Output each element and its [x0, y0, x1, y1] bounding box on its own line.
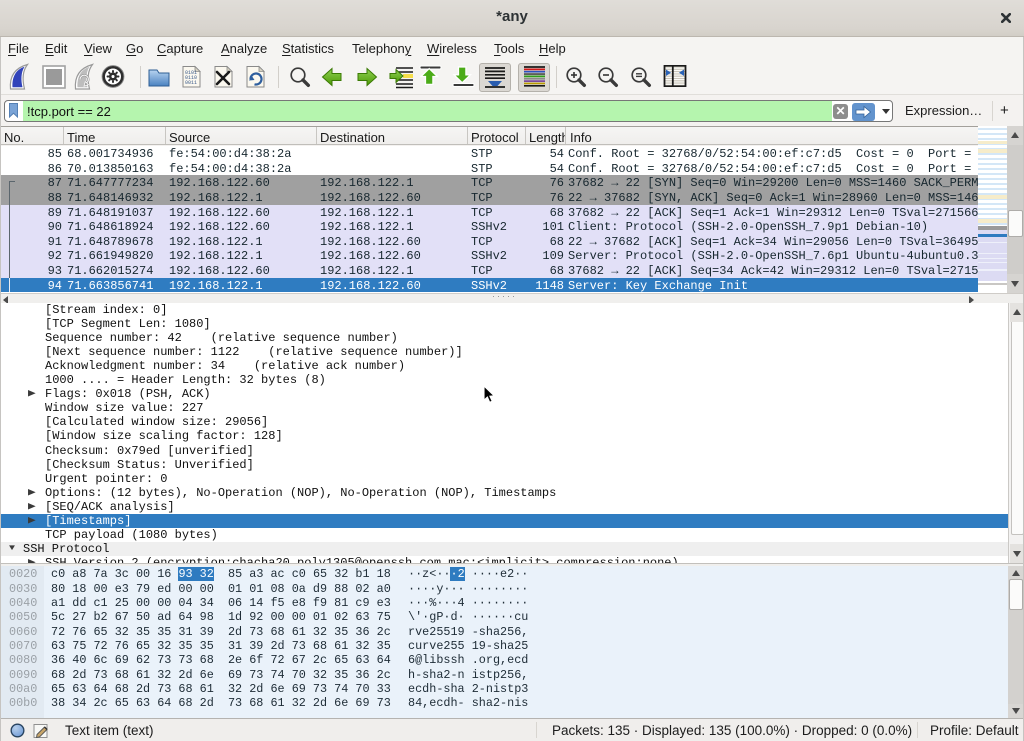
- svg-text:0011: 0011: [185, 80, 197, 86]
